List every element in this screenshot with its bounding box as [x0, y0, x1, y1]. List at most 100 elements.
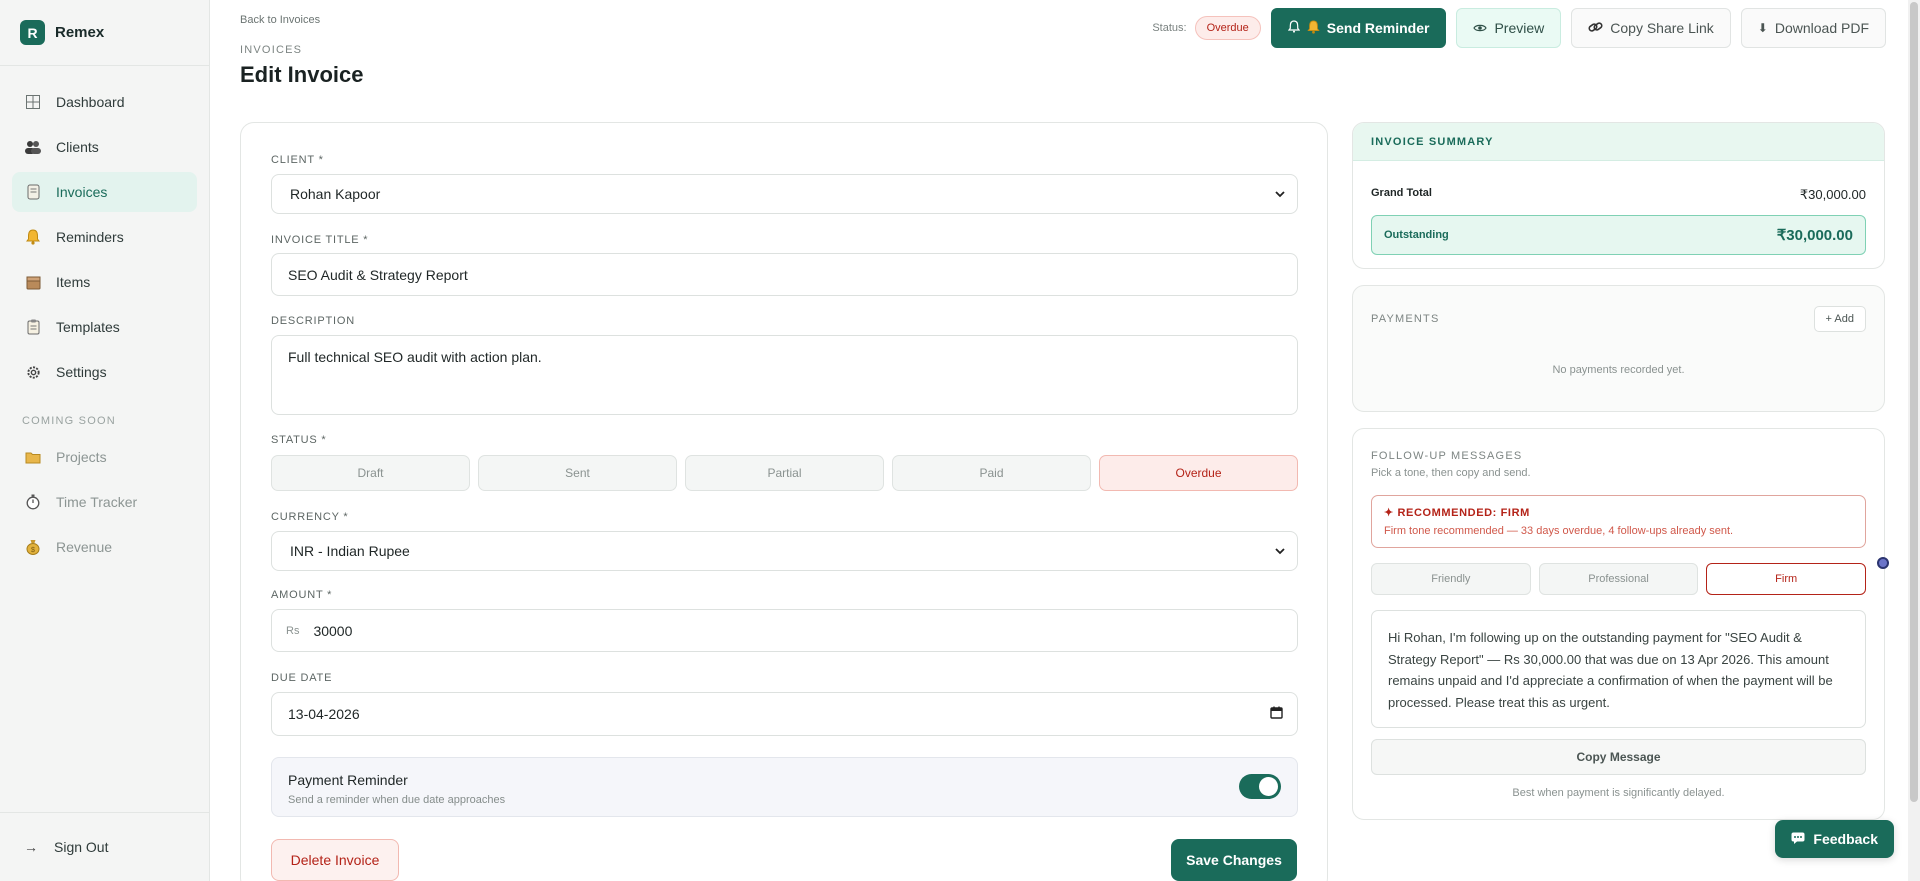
- sidebar-item-time-tracker[interactable]: Time Tracker: [12, 482, 197, 522]
- header-actions: Status: Overdue Send Reminder Preview Co…: [1152, 8, 1886, 48]
- sidebar-item-clients[interactable]: Clients: [12, 127, 197, 167]
- sign-out-button[interactable]: → Sign Out: [0, 812, 209, 881]
- grand-total-row: Grand Total ₹30,000.00: [1371, 187, 1866, 203]
- tone-friendly[interactable]: Friendly: [1371, 563, 1531, 595]
- chat-icon: [1791, 831, 1805, 847]
- follow-up-messages-card: FOLLOW-UP MESSAGES Pick a tone, then cop…: [1352, 428, 1889, 820]
- bell-icon: [24, 228, 42, 246]
- money-bag-icon: $: [24, 538, 42, 556]
- follow-up-subtitle: Pick a tone, then copy and send.: [1371, 467, 1531, 479]
- sidebar-item-label: Dashboard: [56, 94, 125, 110]
- description-label: DESCRIPTION: [271, 315, 355, 327]
- status-badge: Overdue: [1194, 16, 1261, 40]
- payment-reminder-toggle[interactable]: [1239, 774, 1281, 799]
- sidebar-item-revenue[interactable]: $ Revenue: [12, 527, 197, 567]
- download-pdf-button[interactable]: ⬇ Download PDF: [1740, 8, 1886, 48]
- grid-icon: [24, 93, 42, 111]
- tone-hint: Best when payment is significantly delay…: [1512, 787, 1725, 799]
- tone-selector: Friendly Professional Firm: [1371, 563, 1867, 595]
- description-textarea[interactable]: Full technical SEO audit with action pla…: [271, 335, 1298, 415]
- status-option-sent[interactable]: Sent: [478, 455, 677, 491]
- stopwatch-icon: [24, 493, 42, 511]
- invoice-form: CLIENT * Rohan Kapoor INVOICE TITLE * SE…: [240, 122, 1328, 881]
- back-to-invoices-link[interactable]: Back to Invoices: [240, 14, 320, 26]
- sidebar-item-projects[interactable]: Projects: [12, 437, 197, 477]
- add-payment-button[interactable]: + Add: [1813, 306, 1866, 332]
- grand-total-label: Grand Total: [1371, 187, 1432, 199]
- brand-name: Remex: [55, 24, 105, 41]
- copy-share-link-button[interactable]: Copy Share Link: [1571, 8, 1731, 48]
- focus-indicator-dot: [1877, 557, 1889, 569]
- due-date-value: 13-04-2026: [288, 706, 360, 722]
- sidebar-item-dashboard[interactable]: Dashboard: [12, 82, 197, 122]
- invoice-title-label: INVOICE TITLE *: [271, 234, 369, 246]
- coming-soon-heading: COMING SOON: [22, 415, 116, 427]
- sidebar-item-label: Settings: [56, 364, 107, 380]
- outstanding-value: ₹30,000.00: [1776, 227, 1853, 244]
- currency-label: CURRENCY *: [271, 511, 349, 523]
- due-date-input[interactable]: 13-04-2026: [271, 692, 1298, 736]
- currency-prefix: Rs: [286, 624, 300, 637]
- preview-button[interactable]: Preview: [1456, 8, 1562, 48]
- status-option-paid[interactable]: Paid: [892, 455, 1091, 491]
- invoice-title-input[interactable]: SEO Audit & Strategy Report: [271, 253, 1298, 296]
- status-options: Draft Sent Partial Paid Overdue: [271, 455, 1298, 491]
- link-icon: [1588, 20, 1603, 37]
- status-option-partial[interactable]: Partial: [685, 455, 884, 491]
- arrow-right-icon: →: [24, 839, 38, 855]
- follow-up-title: FOLLOW-UP MESSAGES: [1371, 450, 1523, 462]
- status-option-overdue[interactable]: Overdue: [1099, 455, 1298, 491]
- toggle-knob: [1259, 777, 1278, 796]
- amount-input[interactable]: Rs 30000: [271, 609, 1298, 652]
- recommended-tone-text: Firm tone recommended — 33 days overdue,…: [1384, 525, 1734, 537]
- copy-share-link-label: Copy Share Link: [1610, 20, 1714, 36]
- scrollbar-thumb[interactable]: [1910, 2, 1918, 802]
- status-option-draft[interactable]: Draft: [271, 455, 470, 491]
- save-changes-button[interactable]: Save Changes: [1171, 839, 1297, 881]
- sidebar-item-items[interactable]: Items: [12, 262, 197, 302]
- amount-value: 30000: [313, 622, 353, 639]
- payments-card: PAYMENTS + Add No payments recorded yet.: [1352, 285, 1885, 412]
- sidebar-item-settings[interactable]: Settings: [12, 352, 197, 392]
- sidebar-item-label: Revenue: [56, 539, 113, 555]
- download-arrow-icon: ⬇: [1757, 21, 1768, 35]
- description-value: Full technical SEO audit with action pla…: [288, 349, 542, 365]
- sidebar-item-label: Clients: [56, 139, 99, 155]
- box-icon: [24, 273, 42, 291]
- client-label: CLIENT *: [271, 154, 324, 166]
- payment-reminder-title: Payment Reminder: [288, 772, 408, 788]
- sidebar-item-label: Items: [56, 274, 91, 290]
- sidebar-item-reminders[interactable]: Reminders: [12, 217, 197, 257]
- feedback-label: Feedback: [1813, 831, 1878, 847]
- copy-message-button[interactable]: Copy Message: [1371, 739, 1866, 775]
- grand-total-value: ₹30,000.00: [1799, 187, 1866, 202]
- delete-invoice-button[interactable]: Delete Invoice: [271, 839, 399, 881]
- tone-professional[interactable]: Professional: [1538, 563, 1699, 595]
- invoice-title-value: SEO Audit & Strategy Report: [288, 266, 468, 283]
- sign-out-label: Sign Out: [54, 839, 109, 855]
- due-date-label: DUE DATE: [271, 672, 333, 684]
- payment-reminder-row: Payment Reminder Send a reminder when du…: [271, 757, 1298, 817]
- brand[interactable]: R Remex: [0, 0, 209, 66]
- send-reminder-button[interactable]: Send Reminder: [1270, 8, 1447, 48]
- tone-firm[interactable]: Firm: [1706, 563, 1867, 595]
- feedback-button[interactable]: Feedback: [1775, 820, 1894, 858]
- client-select[interactable]: Rohan Kapoor: [271, 174, 1298, 214]
- sidebar-item-invoices[interactable]: Invoices: [12, 172, 197, 212]
- bell-icon: [1307, 19, 1320, 37]
- sidebar-item-label: Time Tracker: [56, 494, 138, 510]
- follow-up-message[interactable]: Hi Rohan, I'm following up on the outsta…: [1371, 610, 1866, 728]
- chevron-down-icon: [1275, 187, 1285, 201]
- download-pdf-label: Download PDF: [1774, 20, 1869, 36]
- scrollbar[interactable]: [1908, 0, 1920, 881]
- sidebar-item-label: Invoices: [56, 184, 108, 200]
- users-icon: [24, 138, 42, 156]
- clipboard-icon: [24, 318, 42, 336]
- sidebar-item-label: Projects: [56, 449, 107, 465]
- client-value: Rohan Kapoor: [290, 186, 381, 202]
- currency-select[interactable]: INR - Indian Rupee: [271, 531, 1298, 571]
- calendar-icon[interactable]: [1270, 706, 1283, 722]
- currency-value: INR - Indian Rupee: [290, 543, 410, 559]
- sidebar-item-templates[interactable]: Templates: [12, 307, 197, 347]
- outstanding-row: Outstanding ₹30,000.00: [1371, 215, 1866, 255]
